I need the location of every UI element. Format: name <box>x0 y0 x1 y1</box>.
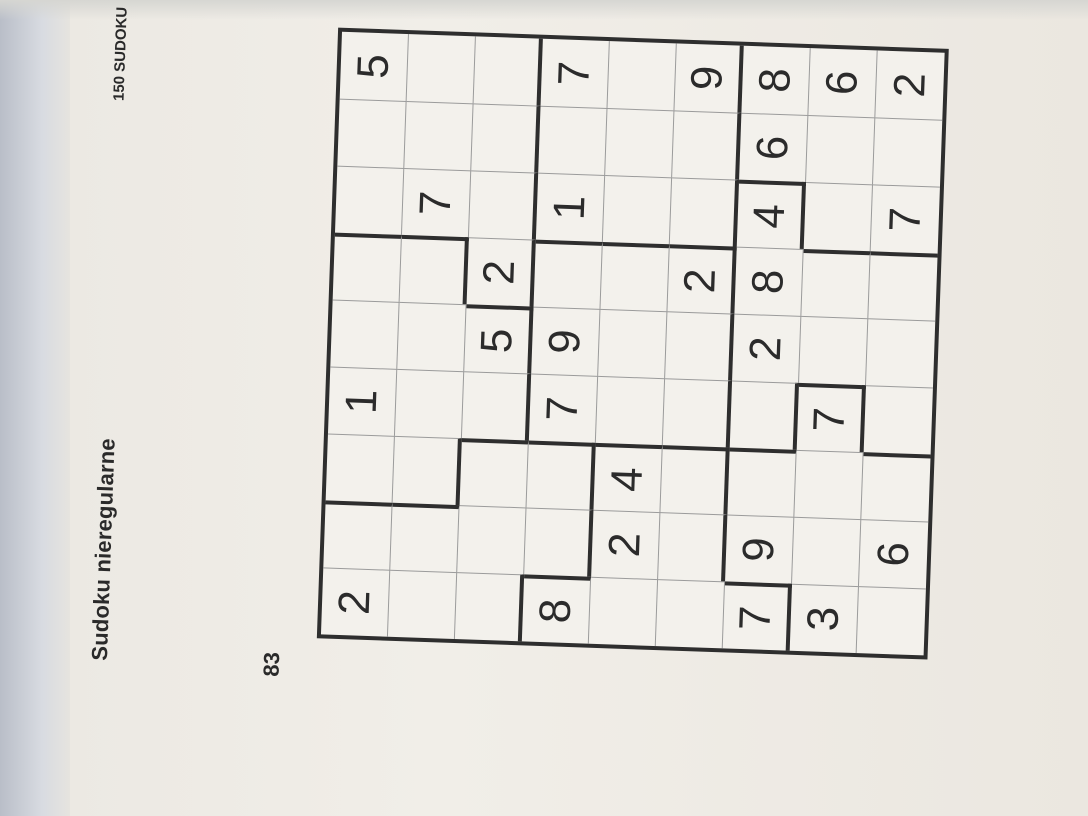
sudoku-cell[interactable] <box>801 248 871 319</box>
sudoku-cell[interactable] <box>457 505 527 575</box>
sudoku-cell[interactable]: 5 <box>464 304 534 374</box>
sudoku-cell[interactable]: 2 <box>875 50 944 119</box>
sudoku-cell[interactable] <box>598 308 668 379</box>
sudoku-cell[interactable] <box>538 105 608 175</box>
sudoku-cell[interactable] <box>595 375 666 446</box>
sudoku-cell[interactable] <box>727 447 797 517</box>
sudoku-cell[interactable] <box>399 234 469 305</box>
sudoku-cell[interactable] <box>868 251 938 321</box>
sudoku-cell[interactable] <box>863 385 933 455</box>
sudoku-cell[interactable] <box>799 315 869 386</box>
rotated-page-content: Sudoku nieregularne 150 SUDOKU 83 215752… <box>0 0 1088 816</box>
sudoku-cell[interactable] <box>665 311 735 381</box>
sudoku-cell[interactable]: 7 <box>870 184 940 254</box>
sudoku-cell[interactable]: 7 <box>401 167 472 238</box>
sudoku-cell[interactable]: 8 <box>734 246 804 316</box>
sudoku-cell[interactable] <box>803 182 874 252</box>
sudoku-cell[interactable] <box>605 108 675 178</box>
sudoku-cell[interactable] <box>672 110 742 180</box>
sudoku-cell[interactable] <box>330 299 400 369</box>
page-title: Sudoku nieregularne <box>86 437 120 662</box>
sudoku-cell[interactable]: 2 <box>732 313 802 383</box>
sudoku-cell[interactable] <box>404 101 474 171</box>
sudoku-cell[interactable]: 7 <box>796 382 866 453</box>
sudoku-cell[interactable] <box>526 440 596 510</box>
sudoku-cell[interactable] <box>602 174 673 245</box>
sudoku-cell[interactable]: 9 <box>674 43 744 113</box>
sudoku-cell[interactable]: 7 <box>528 373 599 443</box>
sudoku-cell[interactable] <box>533 239 603 309</box>
sudoku-cell[interactable] <box>660 445 730 515</box>
sudoku-cell[interactable] <box>337 98 407 168</box>
sudoku-cell[interactable] <box>387 569 458 640</box>
sudoku-cell[interactable] <box>334 165 405 235</box>
sudoku-cell[interactable]: 2 <box>591 509 661 580</box>
sudoku-cell[interactable]: 4 <box>593 442 663 513</box>
sudoku-cell[interactable] <box>332 232 402 302</box>
sudoku-cell[interactable] <box>658 512 728 582</box>
book-series-label: 150 SUDOKU <box>110 6 131 102</box>
sudoku-cell[interactable] <box>861 452 931 522</box>
sudoku-cell[interactable] <box>459 438 529 508</box>
sudoku-cell[interactable] <box>806 115 876 185</box>
sudoku-cell[interactable] <box>473 36 543 106</box>
sudoku-grid: 2157528791724297928468376672 <box>316 27 949 660</box>
sudoku-cell[interactable]: 3 <box>789 583 859 654</box>
sudoku-cell[interactable] <box>794 449 864 520</box>
sudoku-cell[interactable]: 6 <box>858 519 929 589</box>
sudoku-cell[interactable] <box>397 301 467 372</box>
sudoku-cell[interactable] <box>323 500 393 570</box>
sudoku-cell[interactable]: 9 <box>725 514 795 584</box>
book-page: Sudoku nieregularne 150 SUDOKU 83 215752… <box>0 0 1088 816</box>
sudoku-cell[interactable]: 5 <box>339 31 409 102</box>
sudoku-cell[interactable]: 7 <box>722 581 793 651</box>
sudoku-cell[interactable]: 2 <box>320 567 391 637</box>
sudoku-cell[interactable] <box>662 378 733 448</box>
sudoku-cell[interactable]: 1 <box>327 366 398 436</box>
sudoku-cell[interactable] <box>865 318 936 388</box>
sudoku-cell[interactable] <box>325 433 395 503</box>
sudoku-cell[interactable]: 7 <box>540 38 610 109</box>
sudoku-cell[interactable] <box>669 177 740 247</box>
sudoku-cell[interactable] <box>406 34 476 104</box>
sudoku-cell[interactable]: 4 <box>736 179 807 249</box>
sudoku-cell[interactable] <box>729 380 800 450</box>
sudoku-cell[interactable]: 8 <box>521 574 592 644</box>
sudoku-cell[interactable]: 2 <box>667 244 737 314</box>
puzzle-number: 83 <box>258 651 285 678</box>
sudoku-cell[interactable] <box>600 241 670 312</box>
sudoku-cell[interactable] <box>792 516 862 587</box>
sudoku-cell[interactable] <box>524 507 594 577</box>
sudoku-cell[interactable] <box>588 576 659 647</box>
sudoku-cell[interactable] <box>392 435 462 506</box>
sudoku-cell[interactable] <box>856 586 926 656</box>
sudoku-cell[interactable] <box>394 368 465 439</box>
sudoku-cell[interactable]: 9 <box>531 306 601 376</box>
sudoku-cell[interactable] <box>468 170 539 240</box>
sudoku-cell[interactable] <box>454 572 525 642</box>
sudoku-cell[interactable] <box>607 41 677 111</box>
sudoku-cell[interactable]: 2 <box>466 237 536 307</box>
sudoku-cell[interactable] <box>461 371 532 441</box>
sudoku-cell[interactable]: 6 <box>739 112 809 183</box>
sudoku-cell[interactable]: 8 <box>741 45 811 116</box>
sudoku-cell[interactable] <box>655 579 726 649</box>
sudoku-cell[interactable] <box>390 502 460 573</box>
sudoku-cell[interactable]: 1 <box>535 172 606 242</box>
sudoku-cell[interactable] <box>471 103 541 173</box>
sudoku-cell[interactable]: 6 <box>808 48 878 118</box>
sudoku-cell[interactable] <box>873 117 943 187</box>
